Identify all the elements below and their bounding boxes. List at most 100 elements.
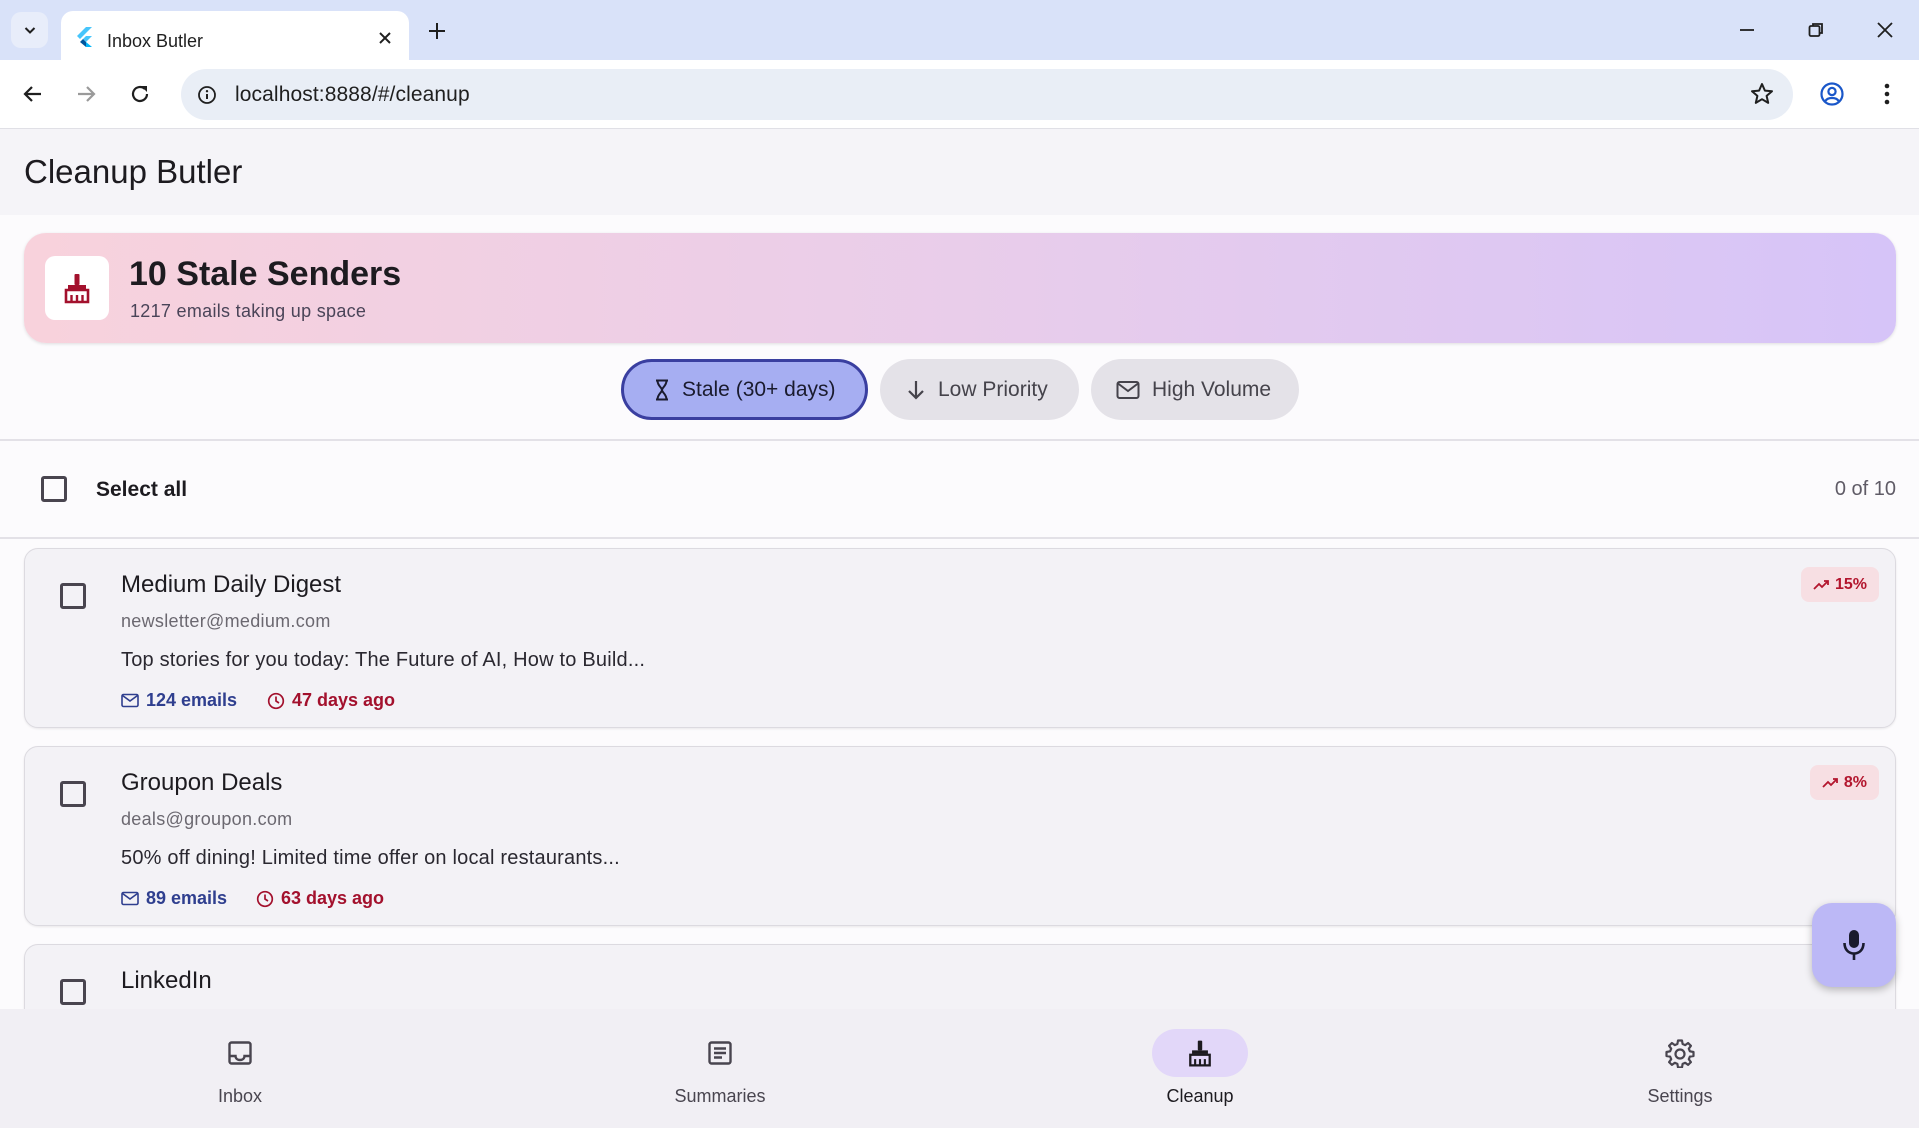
filter-chip-low-priority[interactable]: Low Priority — [880, 359, 1079, 420]
arrow-down-icon — [906, 379, 926, 401]
stale-senders-subtitle: 1217 emails taking up space — [130, 301, 367, 321]
last-seen: 47 days ago — [267, 690, 395, 711]
hourglass-icon — [654, 379, 670, 401]
clock-icon — [267, 692, 285, 710]
nav-indicator — [192, 1029, 288, 1077]
open-rate-label: 8% — [1843, 773, 1867, 791]
page-title: Cleanup Butler — [24, 153, 243, 190]
clock-icon — [256, 890, 274, 908]
filter-chip-label: High Volume — [1152, 377, 1272, 401]
chevron-down-icon — [22, 22, 38, 38]
new-tab-button[interactable] — [421, 15, 453, 47]
plus-icon — [427, 21, 447, 41]
select-all-row: Select all 0 of 10 — [0, 441, 1919, 537]
minimize-icon — [1738, 21, 1756, 39]
filter-chip-label: Stale (30+ days) — [682, 377, 836, 401]
email-count: 124 emails — [121, 690, 237, 711]
app-bar: Cleanup Butler — [0, 129, 1919, 215]
nav-item-summaries[interactable]: Summaries — [600, 1009, 840, 1128]
email-count-label: 89 emails — [146, 888, 228, 908]
sender-preview: Top stories for you today: The Future of… — [121, 649, 646, 671]
selection-count: 0 of 10 — [1834, 478, 1896, 500]
divider — [0, 537, 1919, 539]
nav-item-cleanup[interactable]: Cleanup — [1080, 1009, 1320, 1128]
nav-item-settings[interactable]: Settings — [1560, 1009, 1800, 1128]
forward-button[interactable] — [68, 76, 104, 112]
browser-toolbar: localhost:8888/#/cleanup — [0, 60, 1919, 129]
nav-label: Inbox — [217, 1086, 263, 1106]
close-tab-icon[interactable] — [372, 25, 398, 51]
trending-up-icon — [1813, 579, 1829, 591]
trending-up-icon — [1822, 777, 1838, 789]
sender-name: Medium Daily Digest — [121, 571, 342, 598]
close-window-button[interactable] — [1869, 14, 1901, 46]
restore-button[interactable] — [1800, 14, 1832, 46]
email-count: 89 emails — [121, 888, 227, 909]
nav-item-inbox[interactable]: Inbox — [120, 1009, 360, 1128]
gear-icon — [1665, 1038, 1695, 1068]
arrow-forward-icon — [75, 83, 97, 105]
close-icon — [1876, 21, 1894, 39]
microphone-icon — [1841, 928, 1867, 962]
bottom-navigation: Inbox Summaries Cleanup Settings — [0, 1009, 1919, 1128]
voice-command-button[interactable] — [1812, 903, 1896, 987]
broom-icon — [1185, 1038, 1215, 1068]
email-count-label: 124 emails — [146, 690, 238, 710]
flutter-logo-icon — [75, 27, 93, 47]
filter-chip-stale[interactable]: Stale (30+ days) — [621, 359, 868, 420]
nav-label: Summaries — [674, 1086, 766, 1106]
nav-indicator — [672, 1029, 768, 1077]
mail-icon — [121, 693, 139, 708]
tab-search-button[interactable] — [11, 12, 48, 48]
sender-preview: 50% off dining! Limited time offer on lo… — [121, 847, 620, 869]
last-seen: 63 days ago — [256, 888, 384, 909]
reload-button[interactable] — [122, 76, 158, 112]
article-icon — [706, 1039, 734, 1067]
app-root: Cleanup Butler 10 Stale Senders 1217 ema… — [0, 129, 1919, 1128]
broom-icon — [45, 256, 109, 320]
sender-name: Groupon Deals — [121, 769, 283, 796]
site-info-icon[interactable] — [193, 81, 221, 109]
account-circle-icon — [1819, 81, 1845, 107]
nav-indicator — [1632, 1029, 1728, 1077]
nav-indicator — [1152, 1029, 1248, 1077]
more-vert-icon — [1884, 83, 1890, 105]
stale-senders-title: 10 Stale Senders — [129, 255, 402, 293]
address-bar[interactable]: localhost:8888/#/cleanup — [181, 69, 1793, 120]
nav-label: Settings — [1647, 1086, 1713, 1106]
arrow-back-icon — [22, 83, 44, 105]
mail-icon — [121, 891, 139, 906]
last-seen-label: 47 days ago — [292, 690, 396, 710]
filter-chip-high-volume[interactable]: High Volume — [1091, 359, 1299, 420]
last-seen-label: 63 days ago — [281, 888, 385, 908]
back-button[interactable] — [15, 76, 51, 112]
sender-name: LinkedIn — [121, 967, 212, 994]
sender-email: deals@groupon.com — [121, 809, 293, 829]
sender-checkbox[interactable] — [60, 979, 86, 1005]
stale-summary-card: 10 Stale Senders 1217 emails taking up s… — [24, 233, 1896, 343]
mail-icon — [1116, 380, 1140, 400]
select-all-label[interactable]: Select all — [96, 478, 187, 502]
open-rate-badge: 15% — [1800, 567, 1879, 602]
inbox-icon — [226, 1039, 254, 1067]
filter-chip-label: Low Priority — [938, 377, 1048, 401]
profile-button[interactable] — [1814, 76, 1850, 112]
reload-icon — [129, 83, 151, 105]
browser-tab-bar: Inbox Butler — [0, 0, 1919, 60]
open-rate-badge: 8% — [1809, 765, 1879, 800]
open-rate-label: 15% — [1834, 575, 1867, 593]
sender-card[interactable]: Medium Daily Digest newsletter@medium.co… — [24, 548, 1896, 728]
sender-checkbox[interactable] — [60, 781, 86, 807]
url-text[interactable]: localhost:8888/#/cleanup — [235, 83, 470, 107]
sender-email: newsletter@medium.com — [121, 611, 331, 631]
tab-title: Inbox Butler — [107, 31, 204, 51]
browser-tab[interactable]: Inbox Butler — [61, 11, 409, 60]
nav-label: Cleanup — [1166, 1086, 1234, 1106]
restore-icon — [1807, 21, 1825, 39]
select-all-checkbox[interactable] — [41, 476, 67, 502]
browser-menu-button[interactable] — [1869, 76, 1905, 112]
sender-card[interactable]: Groupon Deals deals@groupon.com 50% off … — [24, 746, 1896, 926]
sender-checkbox[interactable] — [60, 583, 86, 609]
minimize-button[interactable] — [1731, 14, 1763, 46]
bookmark-star-icon[interactable] — [1749, 81, 1775, 107]
